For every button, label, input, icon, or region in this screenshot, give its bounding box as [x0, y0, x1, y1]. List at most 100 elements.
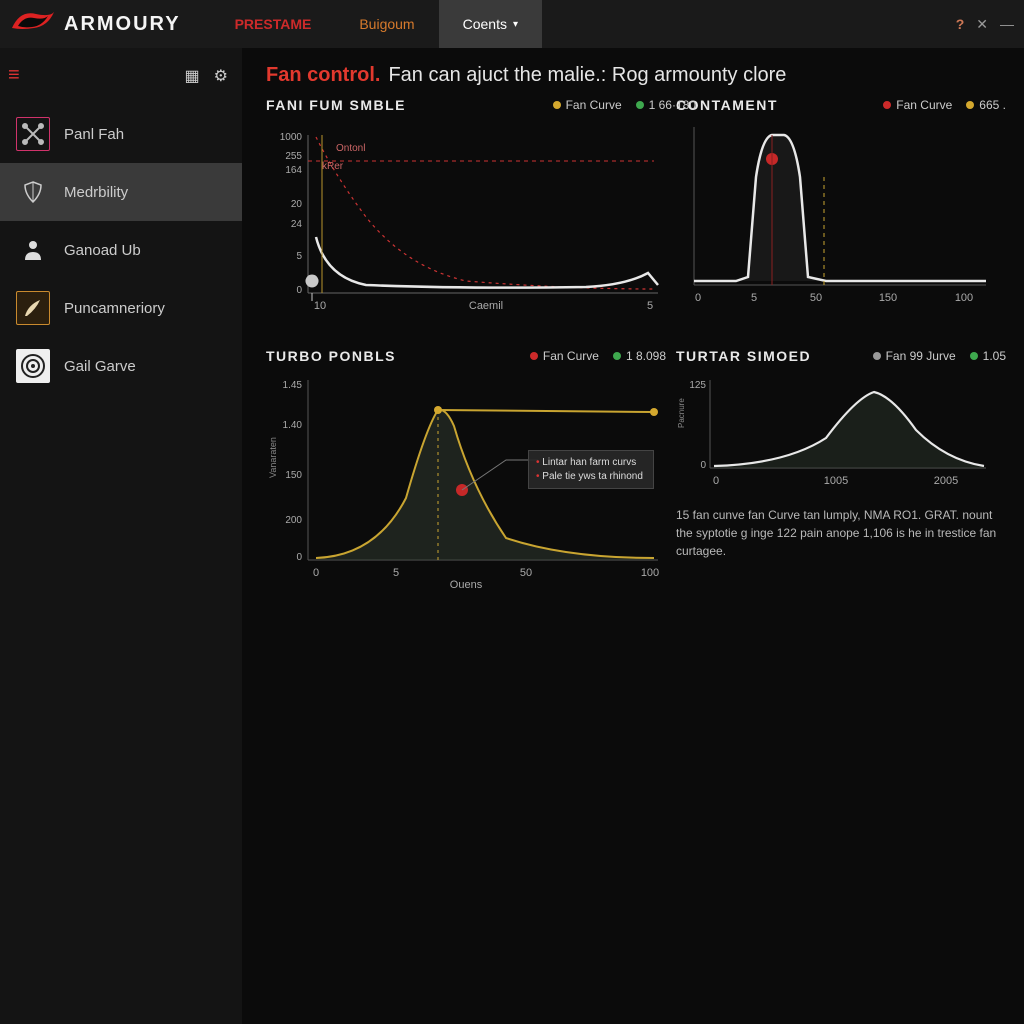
- brand-block: ARMOURY: [0, 8, 181, 41]
- chart-turbo-ponbls: TURBO PONBLS Fan Curve 1 8.098 1.45 1.40…: [266, 348, 666, 593]
- svg-text:50: 50: [520, 567, 532, 579]
- legend-dot-icon: [873, 352, 881, 360]
- chart-title: TURTAR SIMOED: [676, 348, 811, 364]
- sidebar-item-ganoad-ub[interactable]: Ganoad Ub: [0, 221, 242, 279]
- chart-title: FANI FUM SMBLE: [266, 97, 406, 113]
- svg-text:Vanaraten: Vanaraten: [268, 437, 278, 478]
- gear-icon[interactable]: ⚙: [214, 66, 228, 86]
- page-title-highlight: Fan control.: [266, 64, 380, 87]
- chart-title: TURBO PONBLS: [266, 348, 396, 364]
- svg-text:Pacnure: Pacnure: [677, 398, 686, 428]
- sidebar-item-label: Ganoad Ub: [64, 242, 141, 259]
- legend-label: 665 .: [979, 98, 1006, 112]
- svg-text:164: 164: [285, 165, 302, 176]
- svg-text:5: 5: [751, 292, 757, 304]
- svg-text:150: 150: [285, 470, 302, 481]
- svg-text:2005: 2005: [934, 475, 958, 487]
- svg-text:100: 100: [955, 292, 973, 304]
- page-header: Fan control. Fan can ajuct the malie.: R…: [266, 64, 1006, 87]
- legend-label: Fan Curve: [566, 98, 622, 112]
- svg-text:255: 255: [285, 151, 302, 162]
- sidebar: ≡ ▦ ⚙ Panl Fah Medrbility Ganoad Ub: [0, 48, 242, 1024]
- svg-text:24: 24: [291, 219, 303, 230]
- legend-dot-icon: [883, 101, 891, 109]
- legend-label: Fan 99 Jurve: [886, 349, 956, 363]
- chart-legend: Fan 99 Jurve 1.05: [873, 349, 1006, 363]
- legend-label: 1 8.098: [626, 349, 666, 363]
- chart-fani-fum-smble: FANI FUM SMBLE Fan Curve 1 66·180 1000 2…: [266, 97, 666, 322]
- legend-label: 1 66·180: [649, 98, 696, 112]
- svg-text:1.40: 1.40: [283, 420, 303, 431]
- sidebar-item-label: Medrbility: [64, 184, 128, 201]
- sidebar-item-gail-garve[interactable]: Gail Garve: [0, 337, 242, 395]
- chart-plot[interactable]: 1.45 1.40 150 200 0 Vanaraten: [266, 368, 666, 593]
- svg-text:20: 20: [291, 199, 303, 210]
- svg-text:0: 0: [296, 285, 302, 296]
- close-icon[interactable]: ✕: [976, 16, 988, 33]
- chart-legend: Fan Curve 1 8.098: [530, 349, 666, 363]
- hamburger-icon[interactable]: ≡: [8, 64, 20, 87]
- main-content: Fan control. Fan can ajuct the malie.: R…: [242, 48, 1024, 1024]
- chart-badge: Ontonl: [336, 143, 365, 154]
- svg-text:1000: 1000: [280, 132, 303, 143]
- legend-label: Fan Curve: [543, 349, 599, 363]
- legend-dot-icon: [613, 352, 621, 360]
- chart-plot[interactable]: 125 0 Pacnure 0 1005 2005: [676, 368, 1006, 498]
- tab-label: Buigoum: [359, 16, 414, 32]
- rog-eye-icon: [10, 8, 56, 41]
- svg-text:5: 5: [296, 251, 302, 262]
- svg-text:5: 5: [647, 300, 653, 312]
- tab-buigoum[interactable]: Buigoum: [335, 0, 438, 48]
- legend-dot-icon: [966, 101, 974, 109]
- svg-text:125: 125: [689, 380, 706, 391]
- top-tabs: PRESTAME Buigoum Coents ▾: [211, 0, 542, 48]
- svg-text:150: 150: [879, 292, 897, 304]
- chevron-down-icon: ▾: [513, 19, 518, 30]
- chart-badge: kRer: [322, 161, 344, 172]
- chart-callout: Lintar han farm curvs Pale tie yws ta rh…: [528, 450, 654, 489]
- sidebar-item-puncamneriory[interactable]: Puncamneriory: [0, 279, 242, 337]
- svg-text:0: 0: [313, 567, 319, 579]
- svg-text:200: 200: [285, 515, 302, 526]
- legend-label: 1.05: [983, 349, 1006, 363]
- window-controls: ? ✕ —: [956, 0, 1014, 48]
- chart-legend: Fan Curve 665 .: [883, 98, 1006, 112]
- legend-dot-icon: [553, 101, 561, 109]
- help-icon[interactable]: ?: [956, 16, 965, 32]
- legend-label: Fan Curve: [896, 98, 952, 112]
- sidebar-item-label: Puncamneriory: [64, 300, 165, 317]
- tab-prestame[interactable]: PRESTAME: [211, 0, 336, 48]
- svg-text:Caemil: Caemil: [469, 300, 503, 312]
- chart-description: 15 fan cunve fan Curve tan lumply, NMA R…: [676, 506, 1006, 560]
- brand-text: ARMOURY: [64, 13, 181, 36]
- chart-turtar-simoed: TURTAR SIMOED Fan 99 Jurve 1.05 125 0 Pa…: [676, 348, 1006, 593]
- tab-label: PRESTAME: [235, 16, 312, 32]
- svg-text:5: 5: [393, 567, 399, 579]
- sidebar-item-medrbility[interactable]: Medrbility: [0, 163, 242, 221]
- quill-icon: [16, 291, 50, 325]
- target-icon: [16, 349, 50, 383]
- minimize-icon[interactable]: —: [1000, 16, 1014, 32]
- chart-contament: CONTAMENT Fan Curve 665 .: [676, 97, 1006, 322]
- legend-dot-icon: [530, 352, 538, 360]
- legend-dot-icon: [970, 352, 978, 360]
- svg-text:0: 0: [700, 460, 706, 471]
- svg-text:1.45: 1.45: [283, 380, 303, 391]
- sidebar-item-panl-fah[interactable]: Panl Fah: [0, 105, 242, 163]
- sidebar-item-label: Gail Garve: [64, 358, 136, 375]
- svg-text:1005: 1005: [824, 475, 848, 487]
- callout-line: Lintar han farm curvs: [536, 456, 646, 470]
- svg-text:100: 100: [641, 567, 659, 579]
- tab-coents[interactable]: Coents ▾: [439, 0, 542, 48]
- svg-text:10: 10: [314, 300, 326, 312]
- svg-text:0: 0: [695, 292, 701, 304]
- grid-icon[interactable]: ▦: [185, 66, 200, 86]
- person-icon: [16, 233, 50, 267]
- chart-plot[interactable]: 0 5 50 150 100: [676, 117, 1006, 317]
- sidebar-item-label: Panl Fah: [64, 126, 124, 143]
- tab-label: Coents: [463, 16, 507, 32]
- titlebar: ARMOURY PRESTAME Buigoum Coents ▾ ? ✕ —: [0, 0, 1024, 48]
- svg-text:Ouens: Ouens: [450, 579, 483, 591]
- chart-plot[interactable]: 1000 255 164 20 24 5 0: [266, 117, 666, 322]
- legend-dot-icon: [636, 101, 644, 109]
